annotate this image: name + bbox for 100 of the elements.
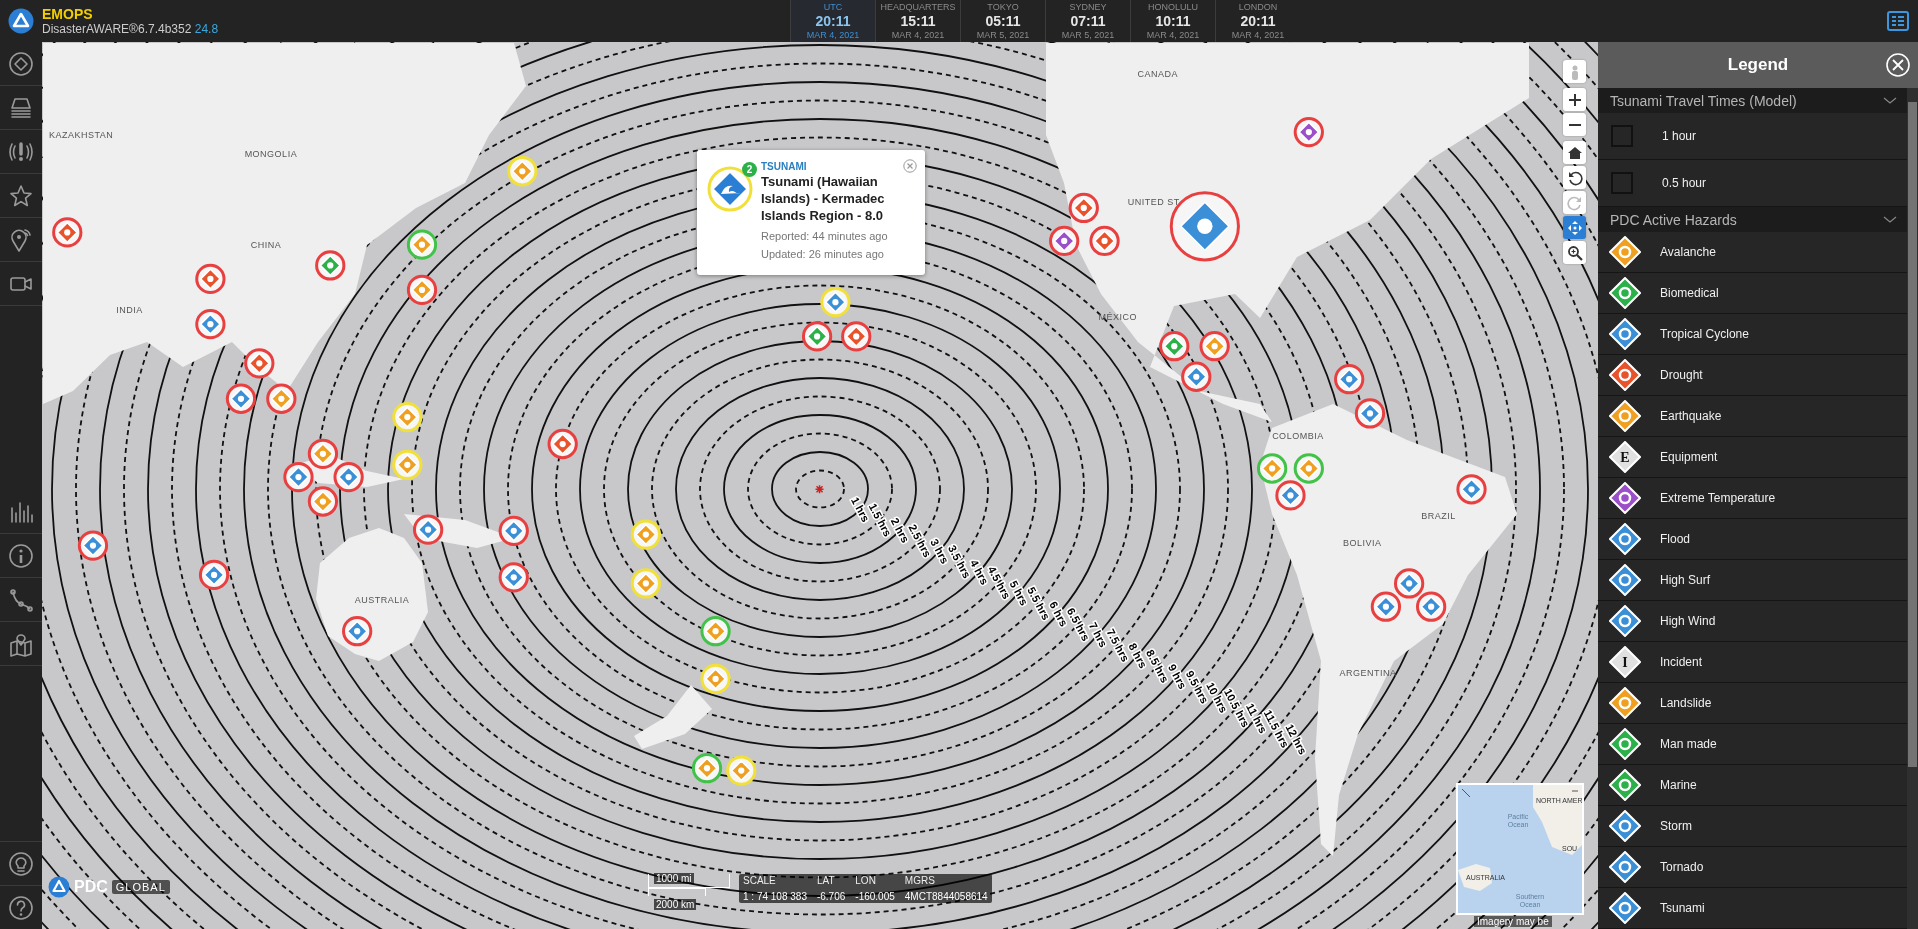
hazard-marker-icon[interactable]	[283, 461, 314, 493]
hazard-marker-icon[interactable]	[841, 321, 872, 352]
legend-item-label: 0.5 hour	[1662, 176, 1707, 190]
hazard-marker-icon[interactable]	[1089, 225, 1120, 257]
lightbulb-icon[interactable]	[8, 850, 34, 877]
hazard-icon: I	[1609, 646, 1641, 678]
place-label: KAZAKHSTAN	[48, 130, 114, 141]
hazard-marker-icon[interactable]	[315, 250, 346, 281]
app-name: EMOPS	[42, 5, 94, 22]
place-label: ARGENTINA	[1339, 668, 1397, 679]
hazard-marker-icon[interactable]	[342, 616, 373, 647]
hazard-marker-icon[interactable]	[77, 530, 109, 561]
hazard-marker-icon[interactable]	[547, 428, 578, 460]
updated-time: Updated: 26 minutes ago	[761, 247, 884, 262]
hazard-marker-icon[interactable]	[1068, 192, 1099, 224]
hazard-marker-icon[interactable]	[1370, 591, 1402, 622]
legend-item-label: Incident	[1660, 655, 1703, 669]
hazard-marker-icon[interactable]	[412, 514, 444, 545]
hazard-marker-icon[interactable]	[198, 559, 230, 591]
hazard-marker-icon[interactable]	[1181, 361, 1212, 392]
legend-item-label: Storm	[1660, 819, 1692, 833]
hazard-marker-icon[interactable]	[406, 274, 438, 306]
star-icon[interactable]	[8, 182, 34, 209]
build-number: 24.8	[194, 21, 219, 36]
hazard-marker-icon[interactable]	[1394, 568, 1425, 599]
event-count: 2	[742, 162, 757, 177]
location-pin-icon[interactable]	[8, 226, 34, 253]
scale-km: 2000 km	[654, 899, 697, 910]
scrollbar-thumb[interactable]	[1908, 102, 1917, 767]
place-label: CANADA	[1137, 69, 1179, 80]
hazard-marker-icon[interactable]	[244, 348, 275, 379]
hazard-marker-icon[interactable]	[691, 753, 723, 784]
hazard-marker-icon[interactable]	[700, 616, 731, 647]
legend-item-label: High Wind	[1660, 614, 1716, 628]
place-label: INDIA	[116, 305, 143, 316]
readout-label: LAT	[816, 875, 836, 886]
hazard-icon: E	[1609, 441, 1641, 473]
legend-item-label: Landslide	[1660, 696, 1712, 710]
pdc-logo-icon	[48, 876, 70, 898]
hazard-marker-icon[interactable]	[266, 383, 297, 414]
hazard-cluster-icon[interactable]	[1169, 191, 1240, 262]
info-icon[interactable]	[8, 542, 34, 569]
scale-miles: 1000 mi	[654, 873, 694, 884]
legend-item-label: Tropical Cyclone	[1660, 327, 1749, 341]
hazard-marker-icon[interactable]	[1049, 225, 1080, 257]
legend-toggle-icon[interactable]	[1887, 11, 1909, 31]
legend-item-label: 1 hour	[1662, 129, 1697, 143]
hazard-marker-icon[interactable]	[1275, 480, 1306, 511]
hazard-marker-icon[interactable]	[801, 321, 833, 352]
hazard-marker-icon[interactable]	[333, 461, 364, 493]
hazard-marker-icon[interactable]	[1199, 331, 1230, 362]
world-clock[interactable]: UTC 20:11 MAR 4, 2021	[790, 0, 875, 42]
readout-value: -6.706	[816, 891, 846, 902]
close-icon[interactable]	[903, 159, 917, 173]
help-icon[interactable]	[8, 894, 34, 921]
legend-item-label: Biomedical	[1660, 286, 1719, 300]
hazard-marker-icon[interactable]	[1334, 364, 1365, 395]
legend-section-header[interactable]: PDC Active Hazards	[1598, 207, 1907, 232]
hazard-marker-icon[interactable]	[307, 438, 339, 469]
legend-item-label: Equipment	[1660, 450, 1718, 464]
hazard-marker-icon[interactable]	[1354, 398, 1386, 429]
app-logo-icon	[8, 8, 34, 34]
hazard-marker-icon[interactable]	[1159, 331, 1190, 362]
legend-item-label: Flood	[1660, 532, 1691, 546]
zoom-in-icon[interactable]	[1566, 91, 1583, 108]
hazard-marker-icon[interactable]	[1456, 474, 1487, 505]
hazard-marker-icon[interactable]	[1257, 453, 1288, 484]
hazard-marker-icon[interactable]	[195, 309, 226, 340]
zoom-search-icon[interactable]	[1566, 244, 1583, 261]
hazard-marker-icon[interactable]	[406, 229, 438, 260]
hazard-marker-icon[interactable]	[52, 217, 83, 248]
legend-item-label: High Surf	[1660, 573, 1711, 587]
readout-value: -160.005	[855, 891, 895, 902]
hazard-marker-icon[interactable]	[1293, 116, 1324, 148]
legend-item-label: Earthquake	[1660, 409, 1722, 423]
hazard-marker-icon[interactable]	[498, 515, 529, 546]
epicenter-icon	[814, 484, 825, 495]
pan-arrows-icon[interactable]	[1566, 219, 1583, 236]
route-icon[interactable]	[8, 586, 34, 613]
legend-section-header[interactable]: Tsunami Travel Times (Model)	[1598, 88, 1907, 113]
place-label: MÉXICO	[1098, 312, 1137, 323]
hazard-marker-icon[interactable]	[195, 263, 226, 295]
hazard-marker-icon[interactable]	[307, 486, 339, 517]
place-label: UNITED ST	[1127, 197, 1180, 208]
hazard-marker-icon[interactable]	[225, 383, 257, 414]
hazard-marker-icon[interactable]	[498, 562, 529, 593]
home-icon[interactable]	[1566, 144, 1583, 161]
readout-label: LON	[855, 875, 877, 886]
hazard-marker-icon[interactable]	[1293, 453, 1324, 484]
legend-title: Legend	[1727, 55, 1789, 75]
reported-time: Reported: 44 minutes ago	[761, 229, 888, 244]
readout-label: MGRS	[904, 875, 936, 886]
hazard-marker-icon[interactable]	[1416, 591, 1447, 622]
legend-item-label: Avalanche	[1660, 245, 1716, 259]
place-label: AUSTRALIA	[354, 595, 410, 606]
place-label: BOLIVIA	[1343, 537, 1382, 548]
event-title: Tsunami (Hawaiian Islands) - Kermadec Islands Region - 8.0	[761, 173, 886, 224]
legend-item-label: Marine	[1660, 778, 1697, 792]
rotate-left-icon[interactable]	[1566, 169, 1583, 186]
place-label: COLOMBIA	[1272, 431, 1324, 442]
